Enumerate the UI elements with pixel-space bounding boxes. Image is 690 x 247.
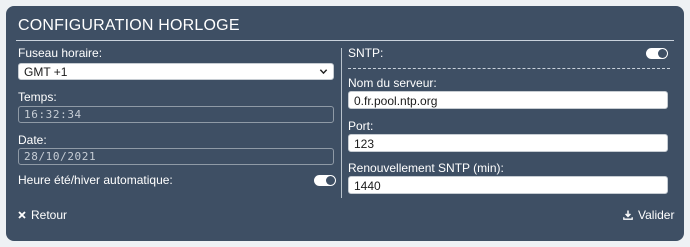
title-divider — [16, 40, 674, 41]
port-label: Port: — [348, 119, 374, 133]
server-input[interactable]: 0.fr.pool.ntp.org — [348, 91, 668, 109]
back-button[interactable]: Retour — [18, 208, 67, 222]
toggle-knob — [658, 49, 667, 58]
time-label: Temps: — [18, 90, 57, 104]
refresh-label: Renouvellement SNTP (min): — [348, 161, 504, 175]
sntp-toggle[interactable] — [646, 48, 668, 59]
port-input[interactable]: 123 — [348, 134, 668, 152]
time-field: 16:32:34 — [18, 106, 334, 123]
dst-label: Heure été/hiver automatique: — [18, 173, 173, 187]
back-label: Retour — [31, 208, 68, 222]
download-icon — [623, 210, 633, 220]
server-label: Nom du serveur: — [348, 76, 437, 90]
refresh-input[interactable]: 1440 — [348, 176, 668, 194]
timezone-value: GMT +1 — [24, 65, 68, 79]
toggle-knob — [326, 176, 335, 185]
timezone-select[interactable]: GMT +1 — [18, 63, 334, 80]
close-icon — [18, 211, 26, 219]
clock-config-panel: CONFIGURATION HORLOGE Fuseau horaire: GM… — [6, 6, 684, 241]
validate-label: Valider — [638, 208, 675, 222]
panel-title: CONFIGURATION HORLOGE — [18, 17, 240, 34]
column-divider — [341, 48, 342, 198]
validate-button[interactable]: Valider — [623, 208, 674, 222]
date-label: Date: — [18, 133, 47, 147]
chevron-down-icon — [319, 69, 328, 75]
sntp-divider — [348, 68, 670, 69]
timezone-label: Fuseau horaire: — [18, 46, 103, 60]
date-field: 28/10/2021 — [18, 148, 334, 165]
dst-toggle[interactable] — [314, 175, 336, 186]
sntp-label: SNTP: — [348, 46, 384, 60]
